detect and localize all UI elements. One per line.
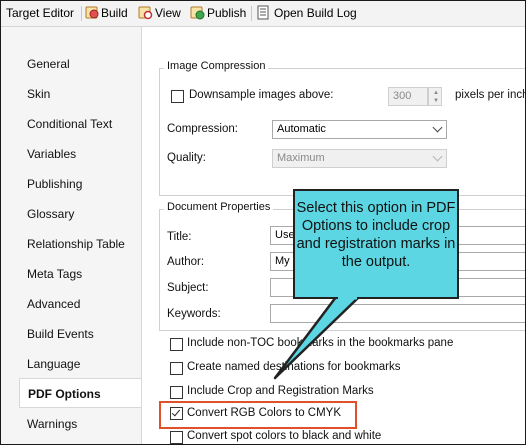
target-editor-window: Target Editor Build View Publish Open Bu… [0,0,526,445]
callout-pointer-joint [338,296,357,300]
